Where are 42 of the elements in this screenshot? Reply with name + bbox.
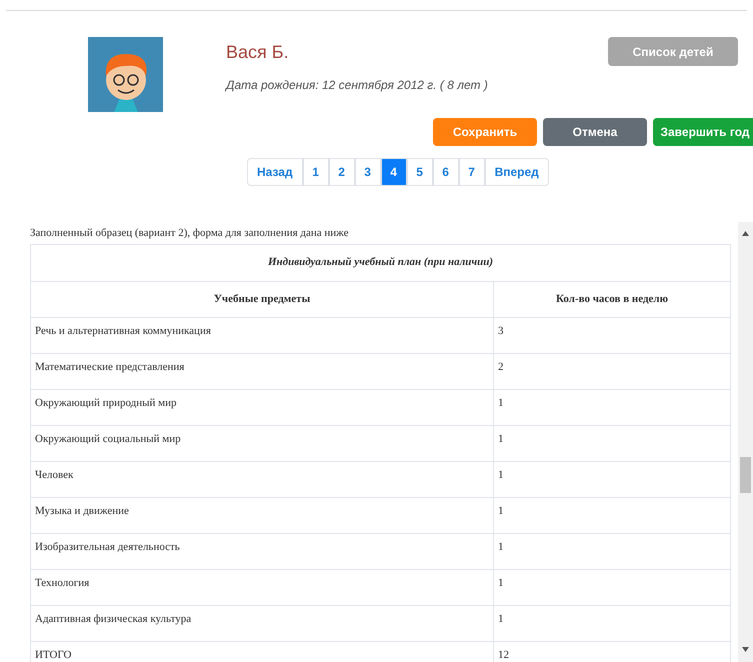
table-cell: Музыка и движение	[30, 497, 494, 533]
table-cell: 1	[494, 569, 730, 605]
table-cell: Адаптивная физическая культура	[30, 605, 494, 641]
table-cell: Технология	[30, 569, 494, 605]
page-link[interactable]: 3	[354, 158, 381, 186]
table-cell: Изобразительная деятельность	[30, 533, 494, 569]
table-cell: Математические представления	[30, 353, 494, 389]
column-header: Учебные предметы	[30, 281, 494, 317]
table-cell: 2	[494, 353, 730, 389]
table-cell: Окружающий социальный мир	[30, 425, 494, 461]
page-link[interactable]: 1	[302, 158, 329, 186]
pagination-next[interactable]: Вперед	[484, 158, 549, 186]
save-button[interactable]: Сохранить	[433, 118, 537, 146]
table-cell: ИТОГО	[30, 641, 494, 662]
page-link[interactable]: 6	[432, 158, 459, 186]
table-cell: 1	[494, 425, 730, 461]
page-link[interactable]: 2	[328, 158, 355, 186]
table-cell: Человек	[30, 461, 494, 497]
table-cell: 1	[494, 389, 730, 425]
children-list-button[interactable]: Список детей	[608, 37, 738, 66]
pagination-previous[interactable]: Назад	[247, 158, 303, 186]
table-cell: Окружающий природный мир	[30, 389, 494, 425]
child-name: Вася Б.	[226, 41, 290, 64]
scroll-down-icon[interactable]	[742, 647, 749, 652]
birth-date: Дата рождения: 12 сентября 2012 г. ( 8 лет )	[226, 77, 488, 94]
table-cell: 1	[494, 497, 730, 533]
finish-button[interactable]: Завершить год	[653, 118, 753, 146]
scrollbar[interactable]	[738, 222, 753, 662]
table-cell: 1	[494, 533, 730, 569]
scroll-up-icon[interactable]	[742, 231, 749, 236]
page-link[interactable]: 7	[458, 158, 485, 186]
page-link[interactable]: 5	[406, 158, 433, 186]
column-header: Кол-во часов в неделю	[494, 281, 730, 317]
table-title: Индивидуальный учебный план (при наличии)	[30, 244, 730, 281]
table-cell: 1	[494, 461, 730, 497]
table-cell: 3	[494, 317, 730, 353]
table-cell: 1	[494, 605, 730, 641]
cancel-button[interactable]: Отмена	[543, 118, 647, 146]
table-cell: Речь и альтернативная коммуникация	[30, 317, 494, 353]
form-note: Заполненный образец (вариант 2), форма для заполнения дана ниже	[30, 226, 350, 241]
page-link[interactable]: 4	[380, 158, 407, 186]
scroll-thumb[interactable]	[740, 457, 751, 493]
